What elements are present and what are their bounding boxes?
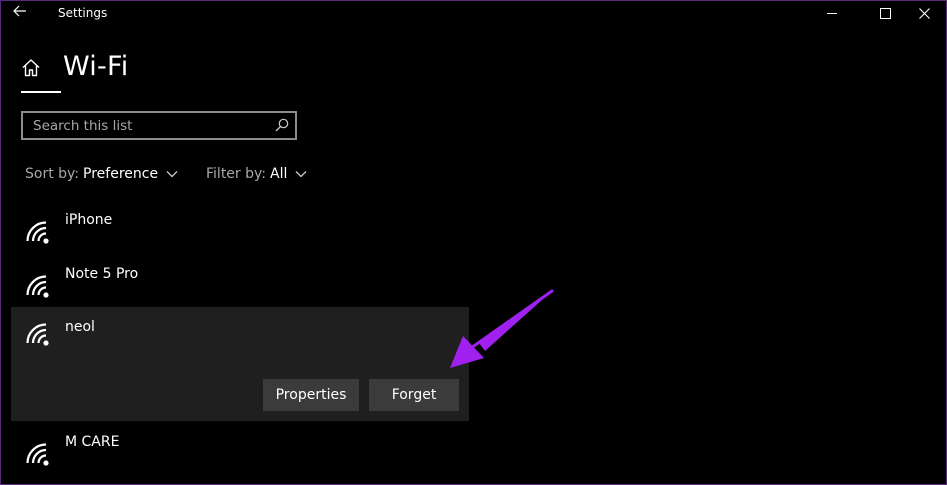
close-icon: [918, 7, 930, 19]
network-item[interactable]: M CARE: [11, 429, 469, 479]
minimize-icon: [827, 12, 837, 14]
back-button[interactable]: [9, 3, 31, 23]
page-title: Wi-Fi: [63, 51, 129, 82]
search-box[interactable]: [21, 111, 297, 140]
network-item[interactable]: Note 5 Pro: [11, 261, 469, 307]
network-name: neol: [65, 319, 95, 335]
sort-dropdown[interactable]: Sort by: Preference: [25, 166, 178, 182]
settings-window: Settings Wi-Fi Sort by: Preference: [0, 0, 947, 485]
network-name: iPhone: [65, 212, 113, 228]
chevron-down-icon: [295, 171, 307, 178]
header-underline: [21, 91, 61, 93]
close-button[interactable]: [901, 1, 946, 25]
network-name: Note 5 Pro: [65, 266, 139, 282]
maximize-icon: [879, 7, 891, 19]
title-bar: Settings: [1, 1, 946, 25]
home-button[interactable]: [21, 58, 41, 78]
network-item[interactable]: iPhone: [11, 207, 469, 259]
wifi-icon: [26, 443, 49, 466]
wifi-icon: [26, 275, 49, 298]
network-item-selected[interactable]: neol Properties Forget: [11, 307, 469, 421]
wifi-icon: [26, 221, 49, 244]
filter-label: Filter by:: [206, 166, 266, 182]
filter-value: All: [270, 166, 288, 182]
search-input[interactable]: [23, 113, 273, 138]
forget-button[interactable]: Forget: [369, 379, 459, 411]
sort-value: Preference: [83, 166, 159, 182]
network-name: M CARE: [65, 434, 120, 450]
sort-label: Sort by:: [25, 166, 80, 182]
search-icon: [275, 118, 289, 132]
wifi-icon: [26, 323, 49, 346]
minimize-button[interactable]: [809, 1, 855, 25]
home-icon: [22, 59, 40, 77]
properties-button[interactable]: Properties: [263, 379, 359, 411]
filter-dropdown[interactable]: Filter by: All: [206, 166, 307, 182]
app-title: Settings: [58, 6, 108, 20]
back-arrow-icon: [13, 5, 26, 17]
chevron-down-icon: [166, 171, 178, 178]
